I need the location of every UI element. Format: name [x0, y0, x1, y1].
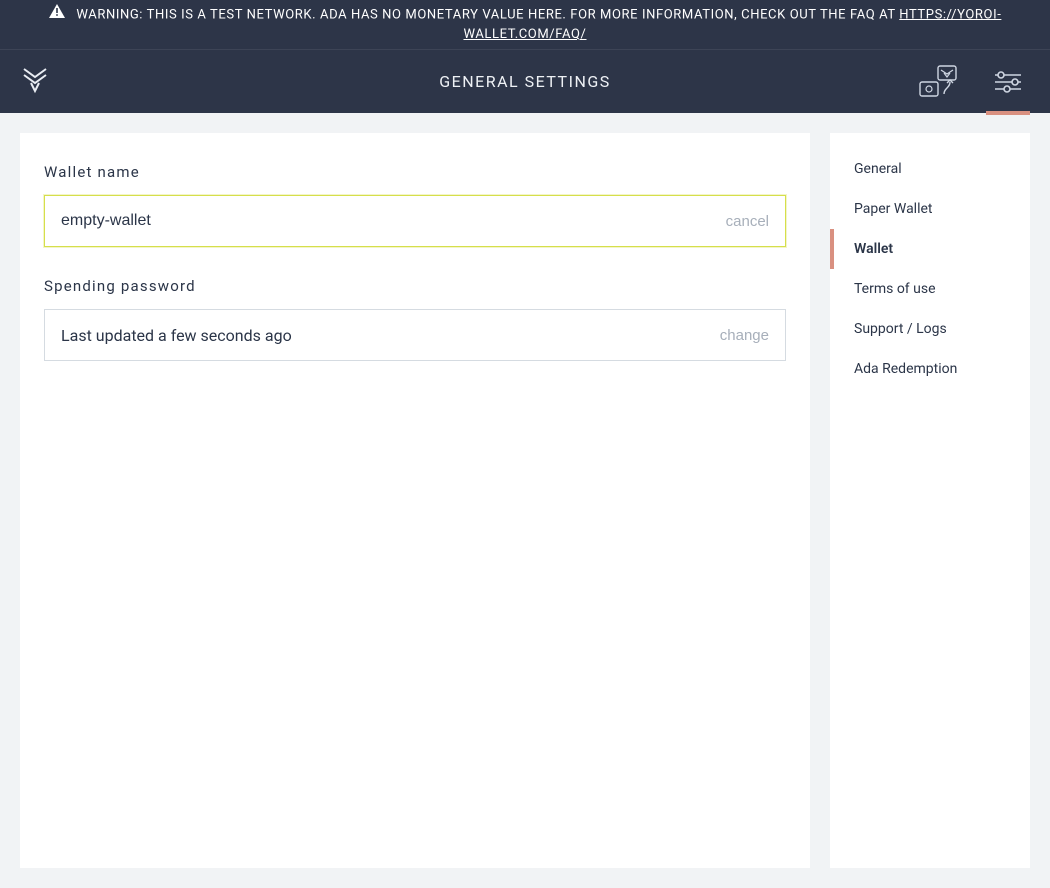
header-bar: GENERAL SETTINGS	[0, 49, 1050, 113]
warning-banner: WARNING: THIS IS A TEST NETWORK. ADA HAS…	[0, 0, 1050, 49]
sidebar-item-label: Terms of use	[854, 281, 936, 297]
sidebar-item-label: Paper Wallet	[854, 201, 933, 217]
sidebar-item-label: Ada Redemption	[854, 361, 957, 377]
wallet-name-label: Wallet name	[44, 163, 786, 181]
wallet-name-cancel-button[interactable]: cancel	[714, 209, 769, 234]
content: Wallet name cancel Spending password Las…	[0, 113, 1050, 888]
spending-password-group: Spending password Last updated a few sec…	[44, 277, 786, 361]
sidebar-item-ada-redemption[interactable]: Ada Redemption	[830, 349, 1030, 389]
spending-password-row: Last updated a few seconds ago change	[44, 309, 786, 361]
wallets-icon[interactable]	[916, 50, 960, 114]
sidebar-item-support-logs[interactable]: Support / Logs	[830, 309, 1030, 349]
main-panel: Wallet name cancel Spending password Las…	[20, 133, 810, 868]
app-logo-icon[interactable]	[20, 65, 50, 99]
wallet-name-input[interactable]	[61, 212, 714, 230]
sidebar-item-general[interactable]: General	[830, 149, 1030, 189]
warning-text: WARNING: THIS IS A TEST NETWORK. ADA HAS…	[76, 7, 899, 22]
sidebar-item-label: Support / Logs	[854, 321, 947, 337]
wallet-name-group: Wallet name cancel	[44, 163, 786, 247]
settings-sidebar: General Paper Wallet Wallet Terms of use…	[830, 133, 1030, 868]
sidebar-item-paper-wallet[interactable]: Paper Wallet	[830, 189, 1030, 229]
sidebar-item-label: General	[854, 161, 902, 177]
sidebar-item-label: Wallet	[854, 241, 893, 257]
page-title: GENERAL SETTINGS	[0, 72, 1050, 91]
spending-password-label: Spending password	[44, 277, 786, 295]
spending-password-status: Last updated a few seconds ago	[61, 326, 708, 345]
sidebar-item-terms-of-use[interactable]: Terms of use	[830, 269, 1030, 309]
settings-icon[interactable]	[986, 50, 1030, 114]
sidebar-item-wallet[interactable]: Wallet	[830, 229, 1030, 269]
wallet-name-row: cancel	[44, 195, 786, 247]
warning-icon	[49, 4, 65, 25]
spending-password-change-button[interactable]: change	[708, 323, 769, 348]
